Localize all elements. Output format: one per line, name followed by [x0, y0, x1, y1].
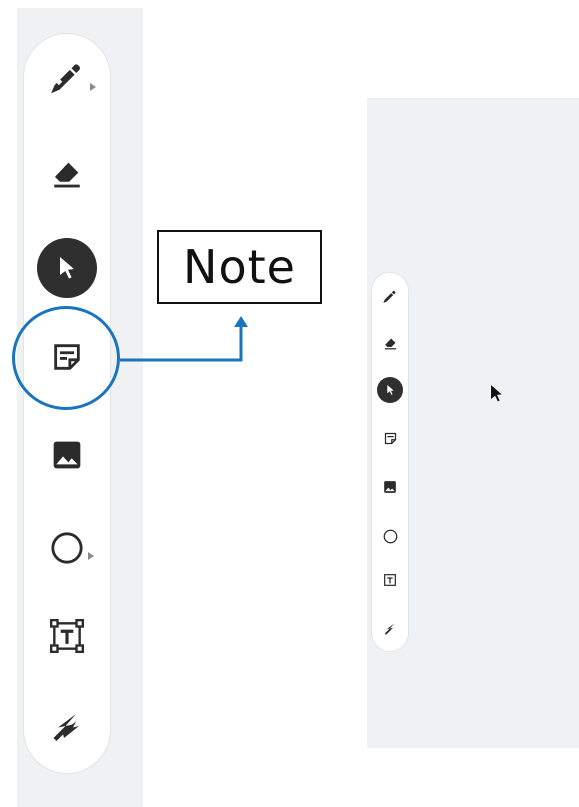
mini-text-tool-button[interactable] [377, 567, 403, 593]
laser-icon [383, 621, 398, 636]
mini-note-tool-button[interactable] [377, 425, 403, 451]
note-annotation-label: Note [157, 230, 322, 304]
mini-laser-tool-button[interactable] [377, 615, 403, 641]
mini-pen-tool-button[interactable] [377, 284, 403, 310]
sticky-note-icon [383, 431, 398, 446]
mini-toolbar [371, 272, 409, 652]
mini-image-tool-button[interactable] [377, 474, 403, 500]
eraser-icon [383, 336, 398, 351]
mini-select-tool-button[interactable] [377, 377, 403, 403]
text-box-icon [382, 572, 398, 588]
pointer-icon [385, 384, 396, 396]
mini-shape-tool-button[interactable] [377, 523, 403, 549]
image-icon [383, 480, 397, 494]
circle-icon [383, 529, 398, 544]
mouse-cursor-icon [489, 383, 505, 407]
mini-eraser-tool-button[interactable] [377, 330, 403, 356]
pen-icon [382, 289, 398, 305]
